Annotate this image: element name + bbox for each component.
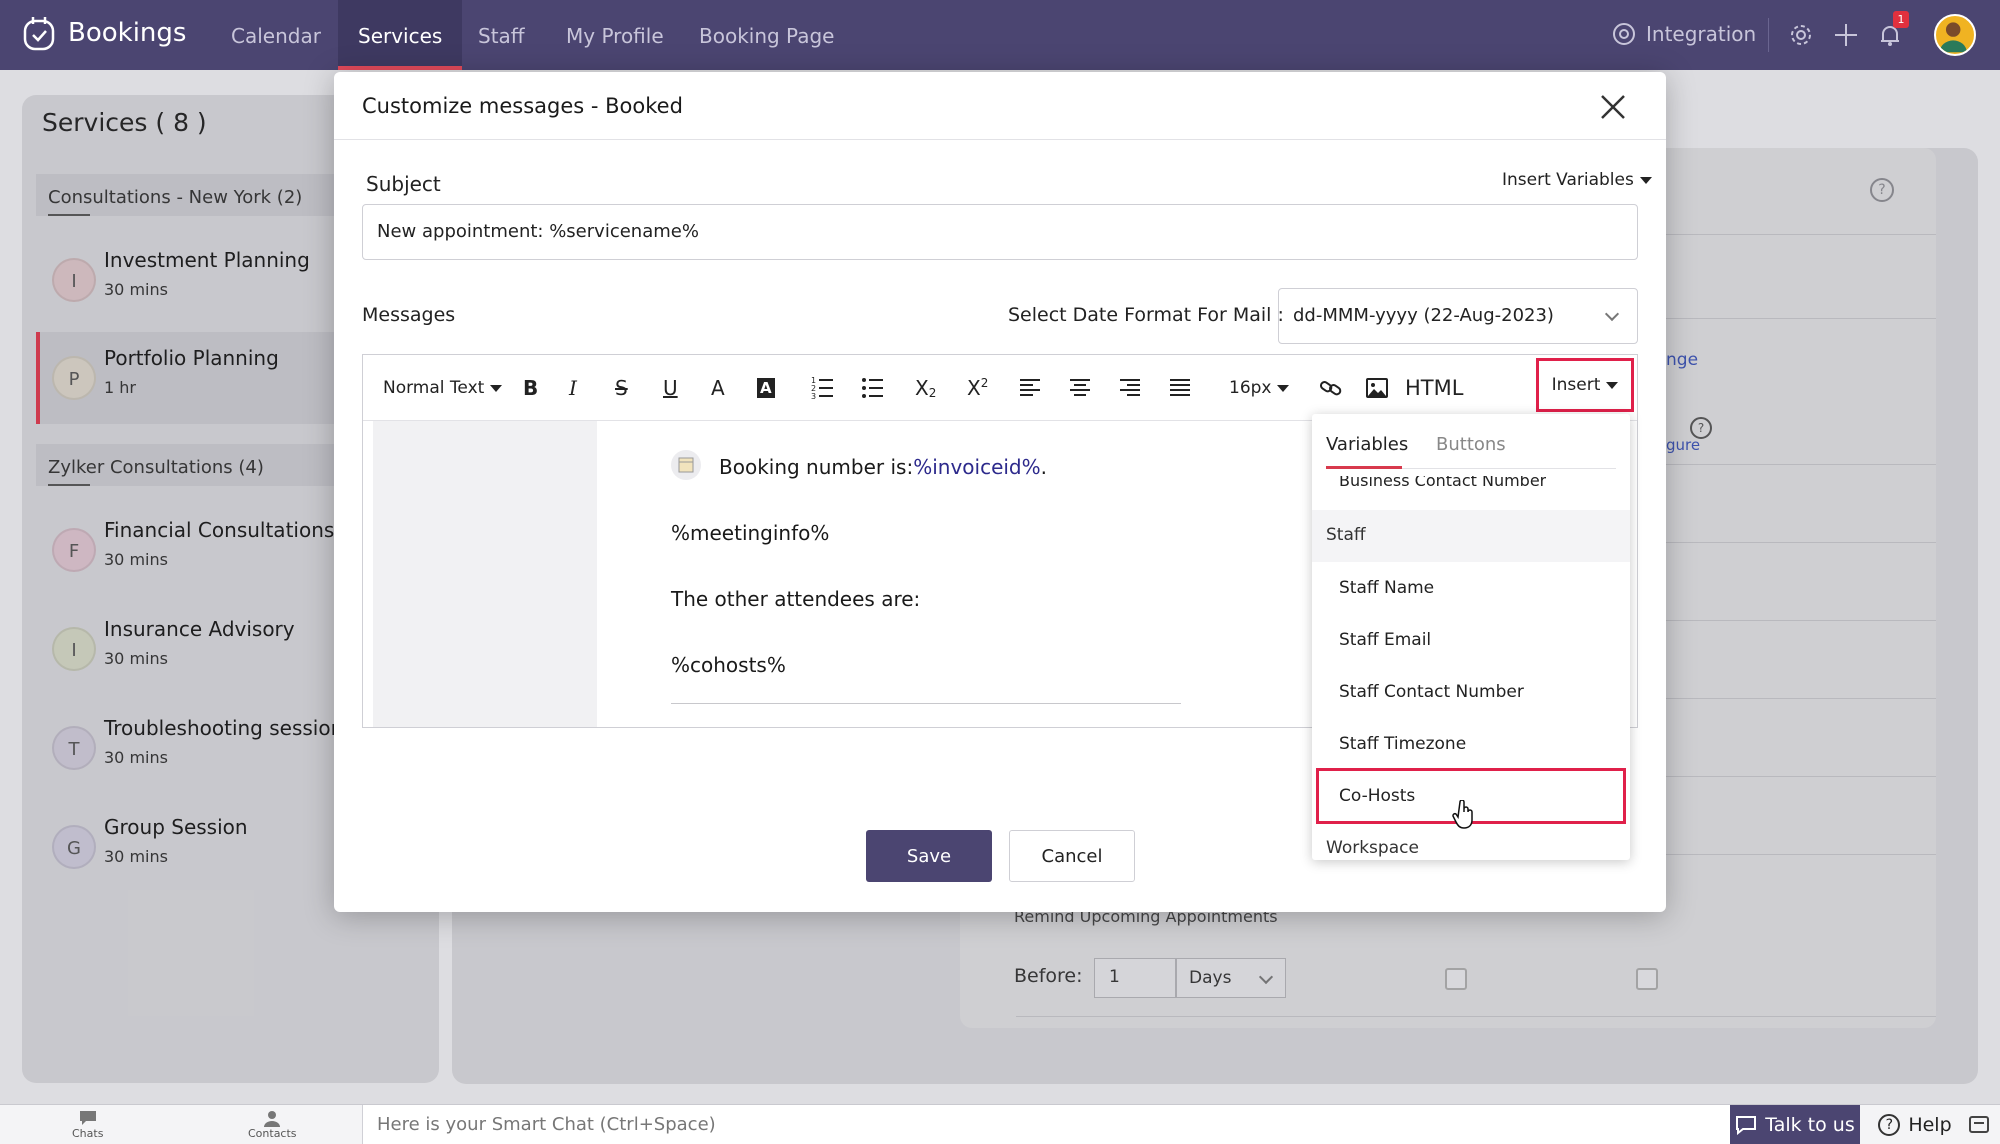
editor-toolbar: Normal Text B I S U A A 1 2 3 X 2 X 2 16… [363, 355, 1637, 421]
notification-badge: 1 [1893, 11, 1909, 28]
contacts-button[interactable]: Contacts [248, 1109, 297, 1140]
font-color-icon[interactable]: A [711, 373, 725, 403]
caret-down-icon [490, 384, 503, 392]
underline-icon[interactable]: U [663, 373, 678, 403]
justify-icon[interactable] [1169, 373, 1191, 403]
bullet-list-icon[interactable] [861, 373, 885, 403]
save-button[interactable]: Save [866, 830, 992, 882]
integration-icon [1613, 23, 1635, 45]
hand-cursor-icon [1452, 800, 1473, 829]
invoiceid-variable: %invoiceid% [913, 455, 1041, 479]
divider [671, 703, 1181, 704]
brand[interactable]: Bookings [22, 14, 186, 52]
font-size-label: 16px [1229, 378, 1272, 398]
menu-item-staff-email[interactable]: Staff Email [1339, 630, 1431, 650]
tab-services[interactable]: Services [338, 0, 463, 70]
meetinginfo-line: %meetinginfo% [671, 521, 830, 545]
text-style-label: Normal Text [383, 378, 485, 398]
talk-label: Talk to us [1765, 1114, 1855, 1136]
smart-chat-input[interactable]: Here is your Smart Chat (Ctrl+Space) [362, 1105, 1730, 1144]
talk-to-us-button[interactable]: Talk to us [1730, 1105, 1860, 1144]
user-avatar-icon [1939, 22, 1967, 53]
feedback-icon[interactable] [1968, 1114, 1990, 1136]
date-format-label: Select Date Format For Mail : [1008, 304, 1284, 326]
booking-prefix: Booking number is: [719, 455, 914, 479]
date-format-select[interactable]: dd-MMM-yyyy (22-Aug-2023) [1278, 288, 1638, 344]
calendar-icon [671, 450, 701, 480]
bottom-bar: Chats Contacts Here is your Smart Chat (… [0, 1104, 2000, 1144]
insert-dropdown-button[interactable]: Insert [1536, 358, 1634, 412]
booking-number-line: Booking number is:%invoiceid%. [719, 455, 1047, 479]
tab-calendar[interactable]: Calendar [231, 0, 321, 70]
tab-staff[interactable]: Staff [478, 0, 525, 70]
italic-icon[interactable]: I [569, 373, 577, 403]
bookings-logo-icon [23, 17, 55, 51]
menu-section-staff: Staff [1312, 510, 1630, 562]
insert-label: Insert [1551, 375, 1601, 395]
subscript-icon[interactable]: X2 [915, 373, 936, 403]
insert-variables-dropdown[interactable]: Insert Variables [1502, 170, 1652, 190]
ordered-list-icon[interactable]: 1 2 3 [811, 373, 835, 403]
bold-icon[interactable]: B [523, 373, 538, 403]
subject-input[interactable]: New appointment: %servicename% [362, 204, 1638, 260]
chats-label: Chats [72, 1127, 104, 1140]
booking-suffix: . [1040, 455, 1047, 479]
highlight-icon[interactable]: A [757, 373, 775, 403]
close-icon[interactable] [1598, 92, 1628, 122]
menu-section-workspace: Workspace [1326, 838, 1419, 858]
tab-my-profile[interactable]: My Profile [566, 0, 664, 70]
superscript-icon[interactable]: X2 [967, 373, 988, 403]
svg-text:3: 3 [811, 392, 816, 401]
dialog-title: Customize messages - Booked [362, 94, 683, 118]
contacts-label: Contacts [248, 1127, 297, 1140]
top-navigation: Bookings Calendar Services Staff My Prof… [0, 0, 2000, 70]
subject-label: Subject [366, 172, 441, 196]
align-left-icon[interactable] [1019, 373, 1041, 403]
chat-icon [1736, 1116, 1757, 1135]
contacts-icon [264, 1111, 281, 1127]
align-center-icon[interactable] [1069, 373, 1091, 403]
chat-bubble-icon [79, 1111, 96, 1125]
strikethrough-icon[interactable]: S [615, 373, 628, 403]
menu-item-staff-contact-number[interactable]: Staff Contact Number [1339, 682, 1524, 702]
insert-variables-label: Insert Variables [1502, 170, 1634, 190]
caret-down-icon [1277, 384, 1290, 392]
image-icon[interactable] [1365, 373, 1389, 403]
menu-item-staff-timezone[interactable]: Staff Timezone [1339, 734, 1466, 754]
help-button[interactable]: ? Help [1866, 1105, 1964, 1144]
plus-icon[interactable] [1833, 22, 1859, 48]
chats-button[interactable]: Chats [72, 1109, 103, 1140]
cohosts-line: %cohosts% [671, 653, 786, 677]
tab-booking-page[interactable]: Booking Page [699, 0, 834, 70]
caret-down-icon [1606, 381, 1619, 389]
text-style-dropdown[interactable]: Normal Text [383, 373, 503, 403]
align-right-icon[interactable] [1119, 373, 1141, 403]
tab-variables[interactable]: Variables [1326, 434, 1408, 455]
help-label: Help [1908, 1114, 1952, 1136]
link-icon[interactable] [1319, 373, 1343, 403]
brand-name: Bookings [68, 18, 187, 48]
tab-buttons[interactable]: Buttons [1436, 434, 1506, 455]
user-avatar[interactable] [1934, 14, 1976, 56]
menu-item-clipped[interactable]: Business Contact Number [1339, 476, 1546, 490]
caret-down-icon [1639, 176, 1652, 184]
integration-label: Integration [1646, 22, 1757, 46]
menu-item-staff-name[interactable]: Staff Name [1339, 578, 1434, 598]
font-size-dropdown[interactable]: 16px [1229, 373, 1290, 403]
nav-divider [1768, 18, 1769, 52]
integration-link[interactable]: Integration [1612, 22, 1756, 46]
menu-item-co-hosts[interactable]: Co-Hosts [1339, 786, 1415, 806]
question-icon: ? [1878, 1114, 1901, 1136]
insert-variables-menu: Variables Buttons Business Contact Numbe… [1312, 414, 1630, 860]
editor-gutter [373, 421, 597, 727]
dialog-header: Customize messages - Booked [334, 72, 1666, 140]
attendees-line: The other attendees are: [671, 587, 921, 611]
html-button[interactable]: HTML [1405, 373, 1463, 403]
active-tab-indicator [1326, 466, 1402, 469]
messages-label: Messages [362, 304, 456, 326]
cancel-button[interactable]: Cancel [1009, 830, 1135, 882]
gear-icon[interactable] [1788, 22, 1814, 48]
